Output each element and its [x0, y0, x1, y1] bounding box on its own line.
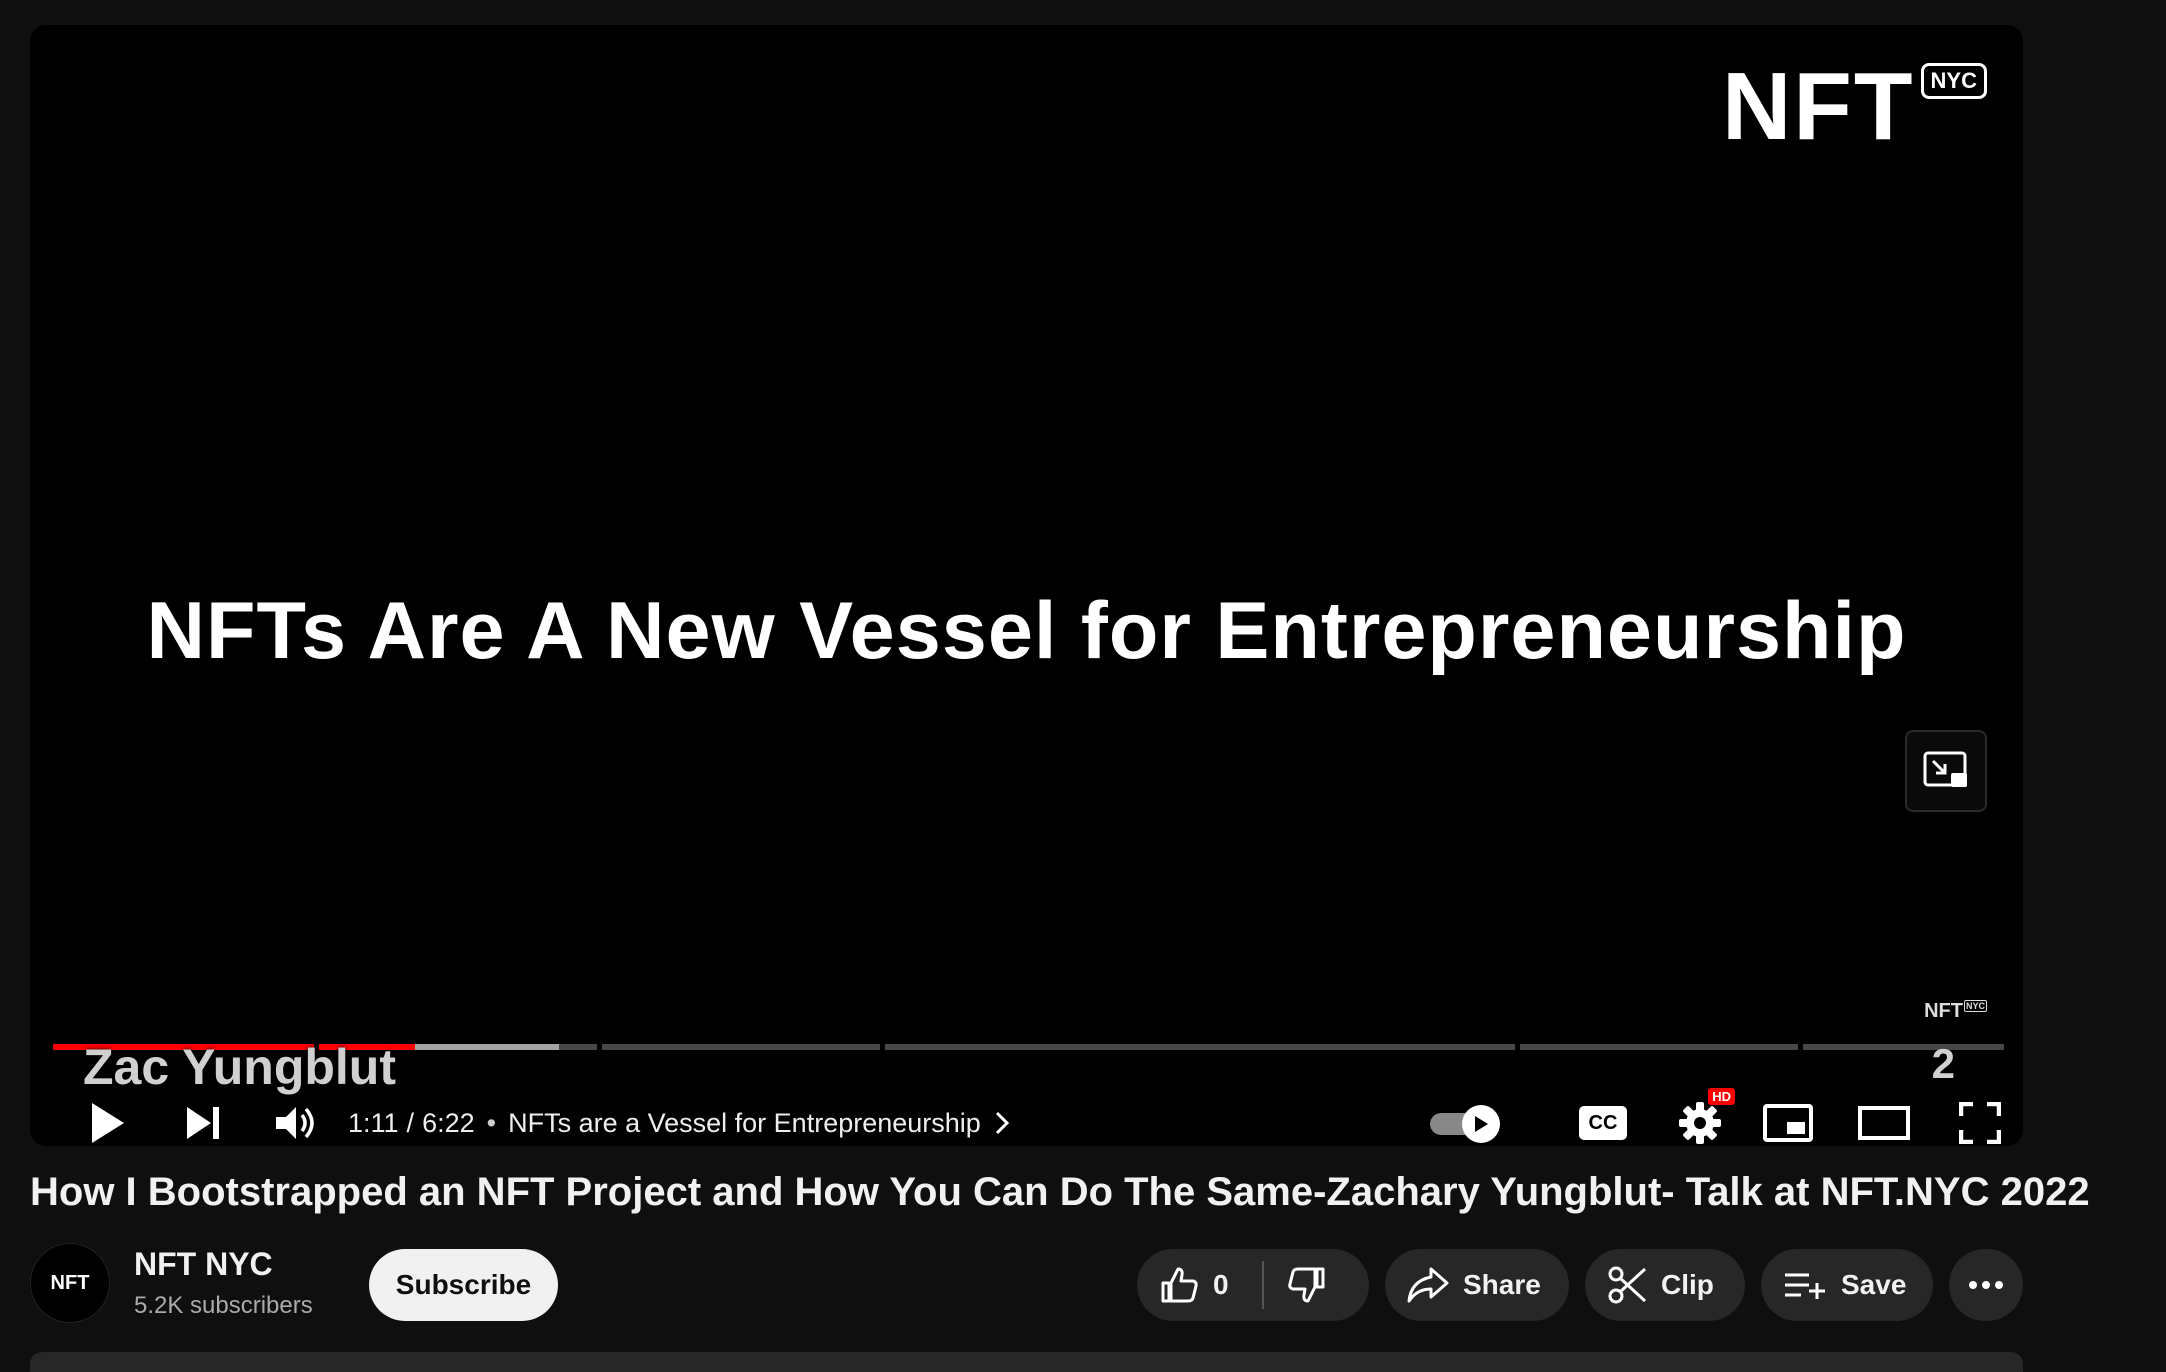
- thumbs-down-icon: [1288, 1267, 1325, 1303]
- volume-icon: [276, 1107, 314, 1139]
- slide-headline: NFTs Are A New Vessel for Entrepreneursh…: [146, 586, 1907, 676]
- clip-button[interactable]: Clip: [1585, 1249, 1745, 1321]
- avatar-text: NFT: [50, 1271, 90, 1294]
- play-icon: [92, 1103, 124, 1143]
- time-display: 1:11 / 6:22 • NFTs are a Vessel for Entr…: [348, 1085, 1011, 1146]
- progress-chapter-segment[interactable]: [1803, 1044, 2004, 1050]
- play-small-icon: [1475, 1116, 1488, 1132]
- watermark-badge: NYC: [1963, 1000, 1987, 1013]
- miniplayer-icon: [1763, 1104, 1813, 1142]
- save-label: Save: [1841, 1269, 1907, 1300]
- nft-watermark: NFT NYC: [1924, 1000, 1987, 1023]
- share-label: Share: [1463, 1269, 1541, 1300]
- chapter-title-button[interactable]: NFTs are a Vessel for Entrepreneurship: [508, 1108, 981, 1139]
- like-count[interactable]: 0: [1213, 1269, 1229, 1301]
- theater-mode-icon: [1858, 1106, 1910, 1140]
- chapter-dot: •: [486, 1107, 497, 1138]
- play-button[interactable]: [70, 1085, 146, 1146]
- skip-next-icon: [187, 1107, 219, 1139]
- dislike-button[interactable]: [1287, 1249, 1327, 1321]
- autoplay-knob: [1462, 1105, 1500, 1143]
- like-divider: [1262, 1261, 1264, 1309]
- description-box-edge[interactable]: [30, 1352, 2023, 1372]
- subscribe-button[interactable]: Subscribe: [369, 1249, 558, 1321]
- share-icon: [1407, 1267, 1449, 1303]
- watermark-text: NFT: [1924, 1000, 1963, 1022]
- logo-nft-text: NFT: [1721, 53, 1915, 160]
- channel-name[interactable]: NFT NYC: [134, 1246, 273, 1283]
- chevron-right-icon[interactable]: [993, 1110, 1011, 1136]
- logo-nyc-badge: NYC: [1920, 63, 1987, 99]
- player-controls: 1:11 / 6:22 • NFTs are a Vessel for Entr…: [30, 1085, 2023, 1146]
- picture-in-picture-icon: [1923, 751, 1967, 787]
- fullscreen-icon: [1959, 1102, 2001, 1144]
- channel-avatar[interactable]: NFT: [30, 1243, 110, 1323]
- channel-row: NFT NFT NYC 5.2K subscribers Subscribe 0…: [30, 1240, 2023, 1323]
- like-dislike-group: 0: [1137, 1249, 1369, 1321]
- hd-badge: HD: [1708, 1088, 1735, 1105]
- next-button[interactable]: [165, 1085, 241, 1146]
- miniplayer-expand-button[interactable]: [1905, 730, 1987, 812]
- more-actions-button[interactable]: [1949, 1249, 2023, 1321]
- progress-chapter-segment[interactable]: [885, 1044, 1515, 1050]
- current-time: 1:11: [348, 1107, 399, 1138]
- time-separator: /: [406, 1107, 415, 1138]
- subscriber-count: 5.2K subscribers: [134, 1292, 313, 1319]
- autoplay-toggle[interactable]: [1430, 1105, 1500, 1143]
- progress-chapter-segment[interactable]: [1520, 1044, 1798, 1050]
- nft-nyc-logo: NFT NYC: [1722, 59, 1987, 155]
- save-button[interactable]: Save: [1761, 1249, 1933, 1321]
- chapter-number-overlay: 2: [1931, 1040, 1955, 1087]
- captions-button[interactable]: CC: [1565, 1085, 1641, 1146]
- video-player[interactable]: NFT NYC NFTs Are A New Vessel for Entrep…: [30, 25, 2023, 1146]
- theater-mode-button[interactable]: [1846, 1085, 1922, 1146]
- more-horizontal-icon: [1969, 1281, 2003, 1289]
- progress-chapter-segment[interactable]: [602, 1044, 880, 1050]
- playlist-add-icon: [1785, 1273, 1825, 1299]
- gear-icon: [1679, 1102, 1721, 1144]
- mute-button[interactable]: [258, 1085, 334, 1146]
- thumbs-up-icon[interactable]: [1159, 1265, 1199, 1305]
- share-button[interactable]: Share: [1385, 1249, 1569, 1321]
- video-title: How I Bootstrapped an NFT Project and Ho…: [30, 1170, 2090, 1214]
- fullscreen-button[interactable]: [1942, 1085, 2018, 1146]
- clip-label: Clip: [1661, 1269, 1714, 1300]
- settings-button[interactable]: HD: [1662, 1085, 1738, 1146]
- cc-icon: CC: [1579, 1106, 1627, 1140]
- scissors-icon: [1608, 1266, 1647, 1304]
- miniplayer-button[interactable]: [1750, 1085, 1826, 1146]
- duration: 6:22: [422, 1107, 475, 1138]
